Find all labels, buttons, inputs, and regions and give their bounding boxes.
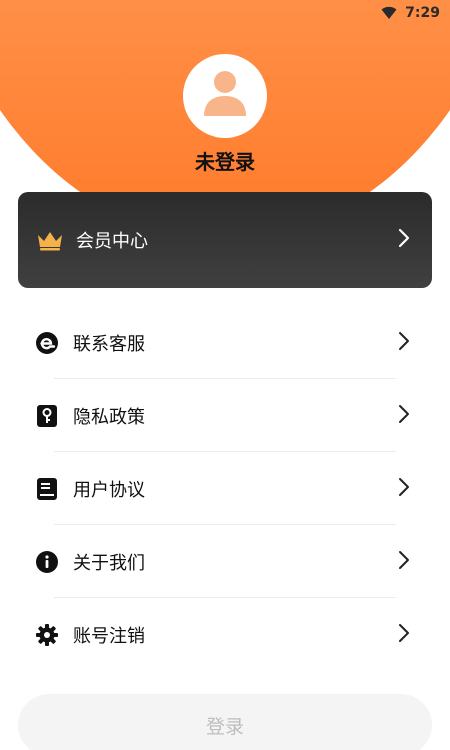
menu-item-label: 隐私政策: [73, 406, 145, 428]
gear-icon: [35, 623, 59, 647]
menu-item-delete-account[interactable]: 账号注销: [0, 598, 450, 671]
user-avatar-icon: [201, 68, 249, 124]
vip-center-label: 会员中心: [76, 231, 148, 252]
status-time: 7:29: [405, 5, 440, 21]
login-button[interactable]: 登录: [18, 694, 432, 750]
chevron-right-icon: [398, 623, 410, 647]
customer-service-icon: [35, 331, 59, 355]
chevron-right-icon: [398, 404, 410, 428]
status-bar: 7:29: [0, 0, 450, 26]
vip-center-card[interactable]: 会员中心: [18, 192, 432, 288]
menu-item-user-agreement[interactable]: 用户协议: [0, 452, 450, 525]
info-icon: [35, 550, 59, 574]
avatar[interactable]: [183, 54, 267, 138]
login-button-label: 登录: [205, 715, 244, 738]
menu-item-contact-service[interactable]: 联系客服: [0, 306, 450, 379]
menu-item-label: 账号注销: [73, 625, 145, 647]
settings-menu: 联系客服 隐私政策 用户协议 关于我们 账号注销: [0, 306, 450, 671]
document-icon: [35, 477, 59, 501]
menu-item-label: 联系客服: [73, 333, 145, 355]
chevron-right-icon: [398, 550, 410, 574]
chevron-right-icon: [398, 331, 410, 355]
menu-item-privacy-policy[interactable]: 隐私政策: [0, 379, 450, 452]
chevron-right-icon: [398, 228, 410, 252]
wifi-icon: [381, 6, 397, 20]
menu-item-label: 关于我们: [73, 552, 145, 574]
login-status-name[interactable]: 未登录: [0, 146, 450, 175]
crown-icon: [36, 228, 64, 252]
chevron-right-icon: [398, 477, 410, 501]
privacy-key-icon: [35, 404, 59, 428]
menu-item-about-us[interactable]: 关于我们: [0, 525, 450, 598]
menu-item-label: 用户协议: [73, 479, 145, 501]
